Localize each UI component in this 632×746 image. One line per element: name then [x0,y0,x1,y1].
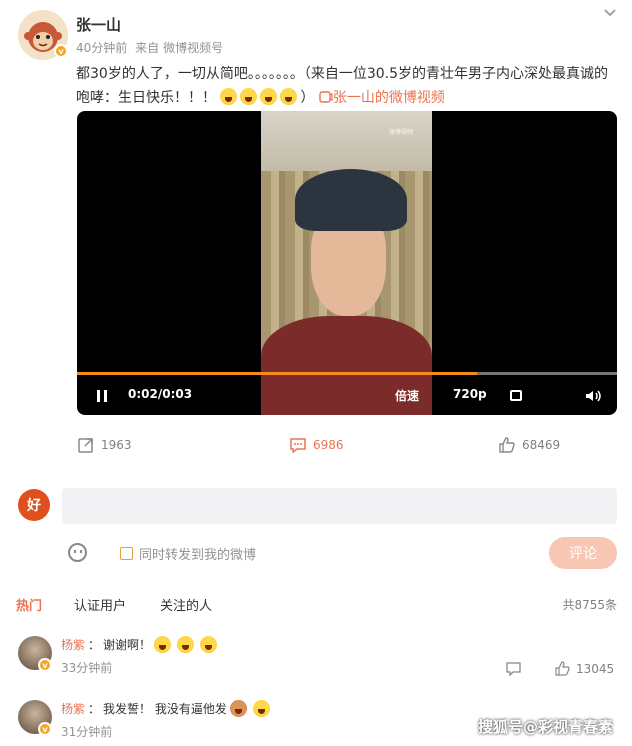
my-avatar[interactable]: 好 [18,489,50,521]
post-text: 都30岁的人了，一切从简吧。。。。。。。（来自一位30.5岁的青壮年男子内心深处… [76,62,620,110]
laughing-emoji-icon [252,700,270,717]
repost-icon [78,438,93,453]
fullscreen-icon[interactable] [510,390,522,401]
video-link[interactable]: 张一山的微博视频 [319,90,445,106]
comment-body: 谢谢啊！ [103,638,152,652]
video-progress-bar[interactable] [77,372,617,375]
post-time[interactable]: 40分钟前 [76,41,127,55]
quality-button[interactable]: 720p [453,387,487,401]
video-link-label: 张一山的微博视频 [332,90,445,106]
emoji-picker-icon[interactable] [68,543,87,562]
commenter-name[interactable]: 杨紫 [61,636,85,653]
video-time: 0:02/0:03 [128,387,193,401]
video-frame: 微博视频 [261,111,432,415]
video-player[interactable]: 微博视频 0:02/0:03 倍速 720p [77,111,617,415]
submit-comment-button[interactable]: 评论 [549,537,617,569]
colon: ： [88,702,101,716]
source-prefix: 来自 [135,41,160,55]
emoji-icon [220,88,238,105]
pause-icon[interactable] [97,390,107,402]
speed-button[interactable]: 倍速 [395,387,419,404]
reply-icon [506,662,521,676]
tab-verified-users[interactable]: 认证用户 [74,595,126,614]
chevron-down-icon[interactable] [602,4,618,20]
comment-button[interactable]: 6986 [289,436,344,454]
person-cap [295,169,407,231]
comment-count: 6986 [313,438,344,452]
source-watermark: 搜狐号@彩视青春素 [478,718,614,736]
comment-total: 共8755条 [562,598,617,612]
comment-input[interactable] [62,488,617,524]
tab-following[interactable]: 关注的人 [160,595,212,614]
laughing-emoji-icon [177,636,195,653]
tab-hot[interactable]: 热门 [16,595,42,614]
video-link-icon [319,91,333,103]
post-meta: 40分钟前 来自 微博视频号 [76,39,227,56]
also-repost-checkbox[interactable] [120,547,133,560]
post-source[interactable]: 微博视频号 [163,41,223,55]
post-body-close: ） [300,90,315,106]
comment-icon [290,438,306,454]
comment-text: 杨紫： 谢谢啊！ [61,636,220,653]
commenter-name[interactable]: 杨紫 [61,700,85,717]
comment-like-count: 13045 [576,661,615,676]
like-button[interactable]: 68469 [498,436,560,454]
comment-body: 我发誓！ 我没有逼他发 [103,702,227,716]
comment-time: 33分钟前 [61,661,113,675]
volume-icon[interactable] [585,390,603,402]
reply-button[interactable] [506,661,521,676]
verified-badge-icon: v [54,44,68,58]
comment-text: 杨紫： 我发誓！ 我没有逼他发 [61,700,273,717]
emoji-icon [280,88,298,105]
repost-button[interactable]: 1963 [77,436,132,454]
emoji-icon [240,88,258,105]
covering-face-emoji-icon [229,700,247,717]
thumbs-up-icon [499,437,515,453]
comment-time: 31分钟前 [61,725,113,739]
verified-badge-icon: v [38,722,52,736]
repost-count: 1963 [101,438,132,452]
colon: ： [88,638,101,652]
also-repost-option[interactable]: 同时转发到我的微博 [120,544,256,563]
video-watermark: 微博视频 [389,129,414,136]
video-progress-fill [77,372,477,375]
comment-like-button[interactable]: 13045 [555,661,614,676]
emoji-icon [260,88,278,105]
verified-badge-icon: v [38,658,52,672]
laughing-emoji-icon [154,636,172,653]
thumbs-up-icon [555,661,570,676]
also-repost-label: 同时转发到我的微博 [139,548,257,563]
like-count: 68469 [522,438,561,452]
laughing-emoji-icon [200,636,218,653]
author-name[interactable]: 张一山 [76,14,121,35]
